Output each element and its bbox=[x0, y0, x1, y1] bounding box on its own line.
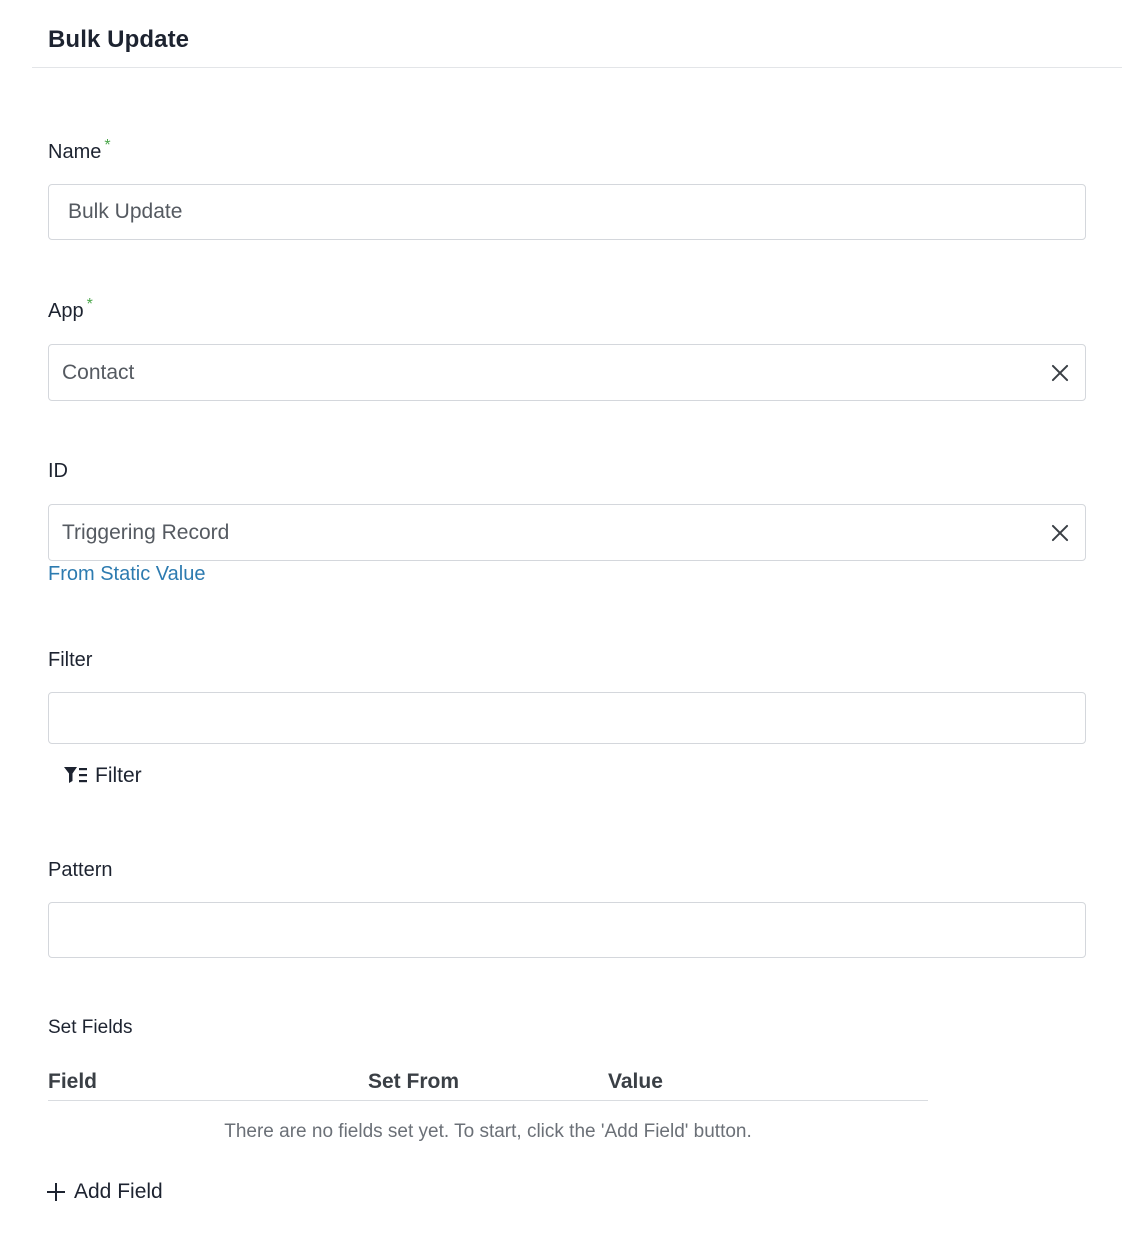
required-indicator: * bbox=[104, 137, 111, 154]
required-indicator: * bbox=[86, 296, 93, 313]
app-label-text: App bbox=[48, 300, 84, 322]
plus-icon bbox=[47, 1183, 65, 1201]
id-select-value: Triggering Record bbox=[62, 521, 230, 544]
filter-button-label: Filter bbox=[95, 764, 142, 787]
from-static-value-link[interactable]: From Static Value bbox=[48, 563, 205, 586]
filter-input[interactable] bbox=[48, 692, 1086, 744]
add-field-button[interactable]: Add Field bbox=[47, 1180, 163, 1204]
add-field-label: Add Field bbox=[74, 1180, 163, 1203]
app-select[interactable]: Contact bbox=[48, 344, 1086, 401]
pattern-label: Pattern bbox=[48, 859, 113, 881]
name-input-value: Bulk Update bbox=[68, 200, 183, 223]
close-icon[interactable] bbox=[1049, 362, 1071, 384]
pattern-input[interactable] bbox=[48, 902, 1086, 958]
panel-header: Bulk Update bbox=[32, 0, 1122, 68]
app-select-value: Contact bbox=[62, 361, 135, 384]
name-label: Name * bbox=[48, 137, 111, 164]
filter-button[interactable]: Filter bbox=[64, 764, 142, 788]
set-fields-label: Set Fields bbox=[48, 1017, 133, 1038]
close-icon[interactable] bbox=[1049, 522, 1071, 544]
id-select[interactable]: Triggering Record bbox=[48, 504, 1086, 561]
filter-icon bbox=[64, 767, 87, 783]
set-fields-table-header: Field Set From Value bbox=[48, 1066, 928, 1101]
page-title: Bulk Update bbox=[48, 26, 190, 53]
app-label: App * bbox=[48, 296, 93, 323]
name-input[interactable]: Bulk Update bbox=[48, 184, 1086, 240]
column-header-value: Value bbox=[608, 1070, 663, 1093]
id-label: ID bbox=[48, 460, 68, 482]
filter-label: Filter bbox=[48, 649, 93, 671]
name-label-text: Name bbox=[48, 141, 102, 163]
empty-state-message: There are no fields set yet. To start, c… bbox=[224, 1121, 752, 1142]
column-header-field: Field bbox=[48, 1070, 98, 1093]
column-header-set-from: Set From bbox=[368, 1070, 460, 1093]
